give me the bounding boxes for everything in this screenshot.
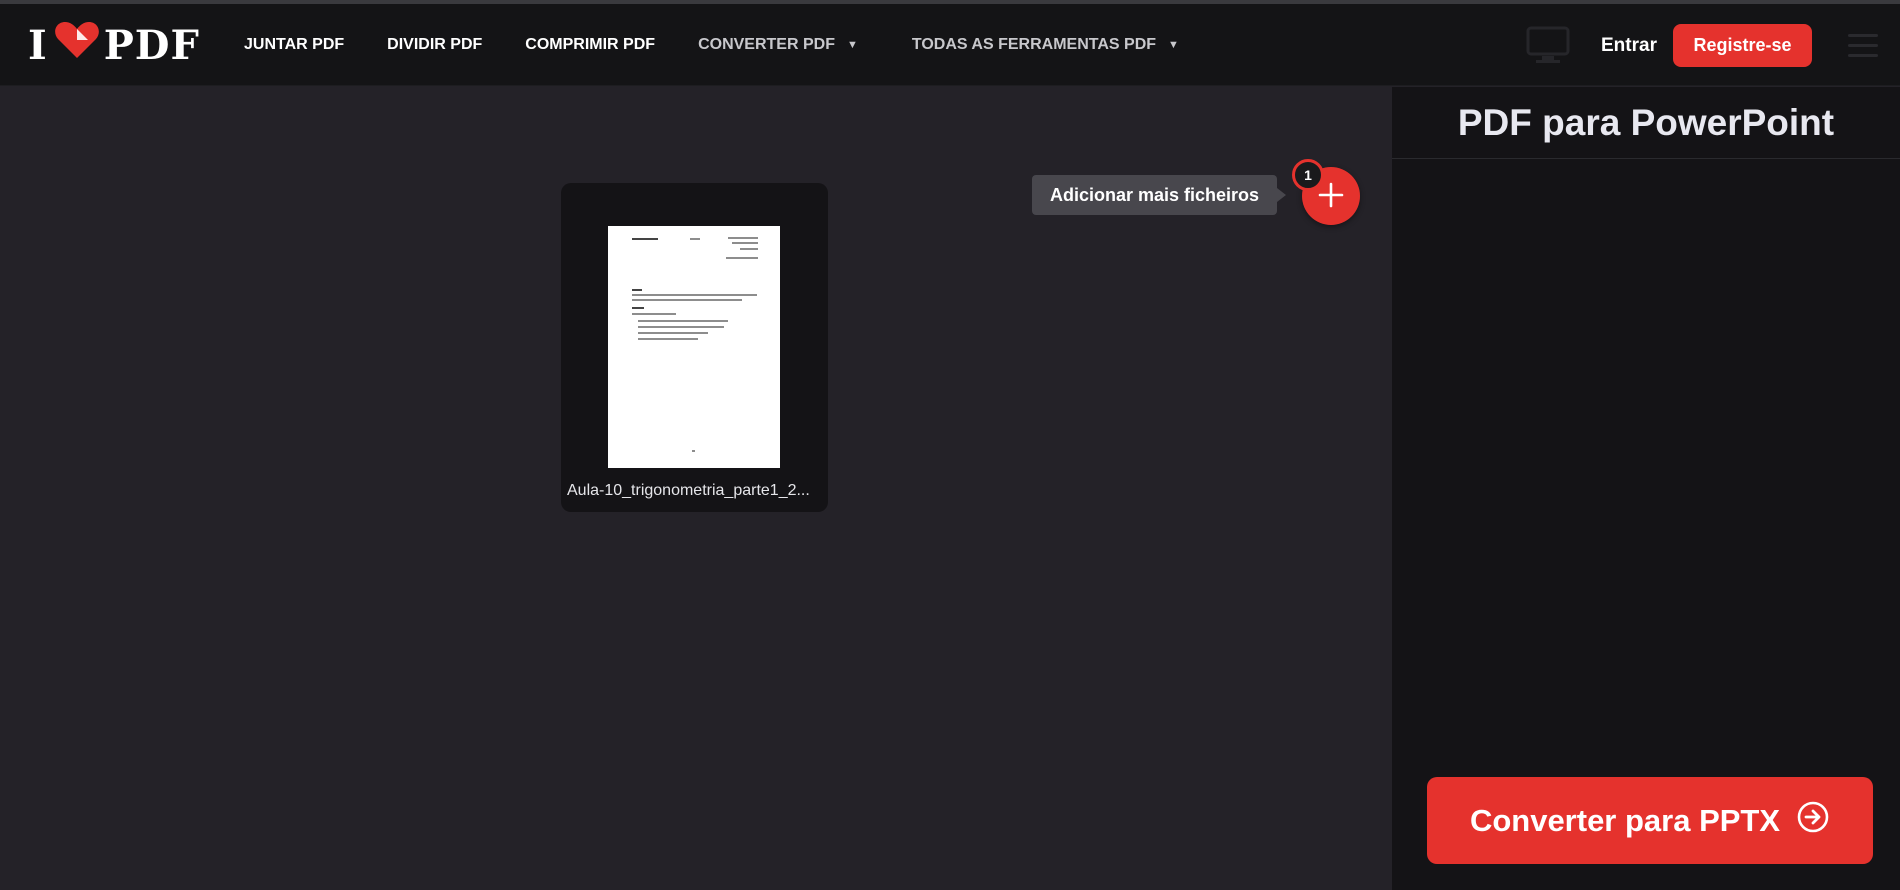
nav-label: CONVERTER PDF <box>698 36 835 53</box>
login-link[interactable]: Entrar <box>1601 35 1657 57</box>
nav-label: TODAS AS FERRAMENTAS PDF <box>911 36 1157 53</box>
nav-label: JUNTAR PDF <box>244 36 345 53</box>
heart-logo-icon <box>54 20 100 70</box>
file-count-badge: 1 <box>1292 159 1324 191</box>
logo-wordmark: PDF <box>103 21 200 69</box>
file-workspace: Aula-10_trigonometria_parte1_2... Adicio… <box>0 87 1392 890</box>
nav-dividir-pdf[interactable]: DIVIDIR PDF <box>387 36 482 54</box>
nav-label: DIVIDIR PDF <box>387 36 483 53</box>
logo-letter: I <box>28 21 48 69</box>
top-header: I PDF JUNTAR PDF DIVIDIR PDF COMPRIMIR P… <box>0 4 1900 86</box>
nav-label: COMPRIMIR PDF <box>525 36 656 53</box>
nav-juntar-pdf[interactable]: JUNTAR PDF <box>244 36 344 54</box>
plus-icon <box>1317 181 1345 212</box>
main-nav: JUNTAR PDF DIVIDIR PDF COMPRIMIR PDF CON… <box>244 4 1179 86</box>
convert-button-label: Converter para PPTX <box>1469 802 1781 838</box>
tool-sidebar: PDF para PowerPoint Converter para PPTX <box>1392 87 1900 890</box>
pdf-page-thumbnail <box>608 226 780 468</box>
file-card[interactable]: Aula-10_trigonometria_parte1_2... <box>561 183 828 512</box>
caret-down-icon: ▼ <box>846 39 858 51</box>
arrow-right-circle-icon <box>1796 800 1830 842</box>
hamburger-menu-icon[interactable] <box>1848 34 1878 64</box>
convert-to-pptx-button[interactable]: Converter para PPTX <box>1427 777 1873 864</box>
ilovepdf-logo[interactable]: I PDF <box>28 20 200 70</box>
nav-converter-pdf[interactable]: CONVERTER PDF ▼ <box>698 36 858 54</box>
caret-down-icon: ▼ <box>1168 39 1179 51</box>
nav-comprimir-pdf[interactable]: COMPRIMIR PDF <box>525 36 655 54</box>
desktop-monitor-icon[interactable] <box>1526 26 1570 69</box>
file-name-label: Aula-10_trigonometria_parte1_2... <box>567 482 810 499</box>
nav-todas-ferramentas[interactable]: TODAS AS FERRAMENTAS PDF ▼ <box>912 36 1179 54</box>
tool-title: PDF para PowerPoint <box>1457 101 1835 143</box>
register-button[interactable]: Registre-se <box>1673 24 1812 67</box>
sidebar-header: PDF para PowerPoint <box>1392 87 1900 159</box>
add-files-tooltip: Adicionar mais ficheiros <box>1032 175 1286 215</box>
